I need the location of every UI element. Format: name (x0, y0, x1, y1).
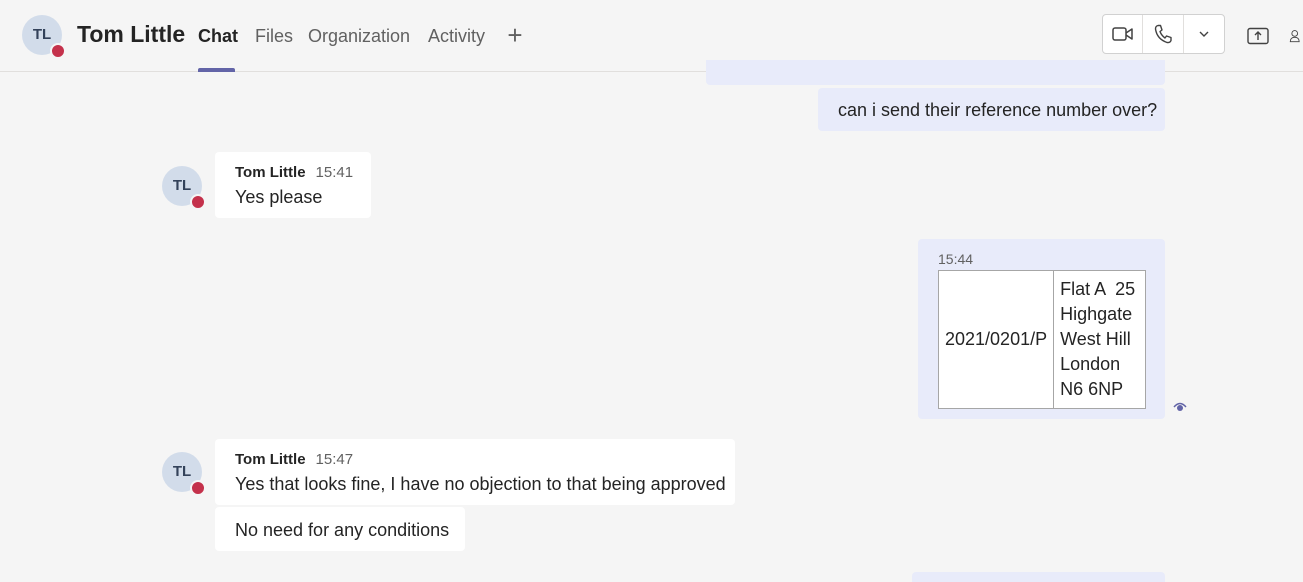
contact-avatar[interactable]: TL (22, 15, 66, 59)
incoming-message: Tom Little 15:41 Yes please (215, 152, 371, 218)
call-button-group (1102, 14, 1225, 54)
table-row: 2021/0201/P Flat A 25 Highgate West Hill… (937, 270, 1147, 409)
message-text: Yes that looks fine, I have no objection… (235, 474, 726, 494)
reference-number-cell: 2021/0201/P (937, 270, 1055, 409)
address-line: N6 6NP (1060, 379, 1124, 399)
sender-avatar[interactable]: TL (162, 452, 206, 496)
message-author: Tom Little (235, 164, 306, 181)
avatar-initials: TL (32, 26, 52, 43)
audio-call-button[interactable] (1143, 15, 1184, 53)
address-line: London (1060, 354, 1121, 374)
people-button[interactable] (1289, 24, 1303, 48)
video-camera-icon (1111, 27, 1133, 41)
tab-activity[interactable]: Activity (428, 26, 485, 47)
phone-icon (1154, 24, 1172, 44)
chevron-down-icon (1199, 31, 1209, 37)
read-receipt-icon[interactable] (1173, 400, 1187, 412)
message-time: 15:44 (938, 251, 974, 267)
address-cell: Flat A 25 Highgate West Hill London N6 6… (1053, 270, 1147, 409)
message-time: 15:41 (315, 164, 354, 181)
add-tab-icon[interactable]: + (503, 22, 527, 48)
message-time: 15:47 (315, 451, 354, 468)
incoming-message: No need for any conditions (215, 507, 465, 551)
message-text: No need for any conditions (235, 520, 450, 540)
address-line: Flat A 25 (1060, 279, 1136, 299)
contact-name[interactable]: Tom Little (77, 21, 185, 48)
message-author: Tom Little (235, 451, 306, 468)
outgoing-table-message: 15:44 2021/0201/P Flat A 25 Highgate Wes… (918, 239, 1165, 419)
active-tab-indicator (198, 68, 235, 72)
people-icon (1289, 30, 1300, 43)
address-line: West Hill (1060, 329, 1131, 349)
address-line: Highgate (1060, 304, 1133, 324)
tab-organization[interactable]: Organization (308, 26, 410, 47)
outgoing-message-partial (912, 572, 1165, 582)
status-busy-indicator (190, 480, 206, 496)
tab-files[interactable]: Files (255, 26, 293, 47)
tab-chat[interactable]: Chat (198, 26, 238, 47)
status-busy-indicator (190, 194, 206, 210)
sender-avatar[interactable]: TL (162, 166, 206, 210)
message-text: Yes please (235, 187, 323, 207)
call-options-dropdown[interactable] (1184, 15, 1224, 53)
outgoing-message-partial (706, 60, 1165, 85)
avatar-initials: TL (172, 463, 192, 480)
incoming-message: Tom Little 15:47 Yes that looks fine, I h… (215, 439, 735, 505)
share-screen-icon (1247, 27, 1269, 45)
message-text: can i send their reference number over? (838, 100, 1158, 120)
share-screen-button[interactable] (1246, 24, 1270, 48)
outgoing-message: can i send their reference number over? (818, 88, 1165, 131)
status-busy-indicator (50, 43, 66, 59)
reference-table: 2021/0201/P Flat A 25 Highgate West Hill… (937, 270, 1147, 409)
video-call-button[interactable] (1103, 15, 1144, 53)
avatar-initials: TL (172, 177, 192, 194)
